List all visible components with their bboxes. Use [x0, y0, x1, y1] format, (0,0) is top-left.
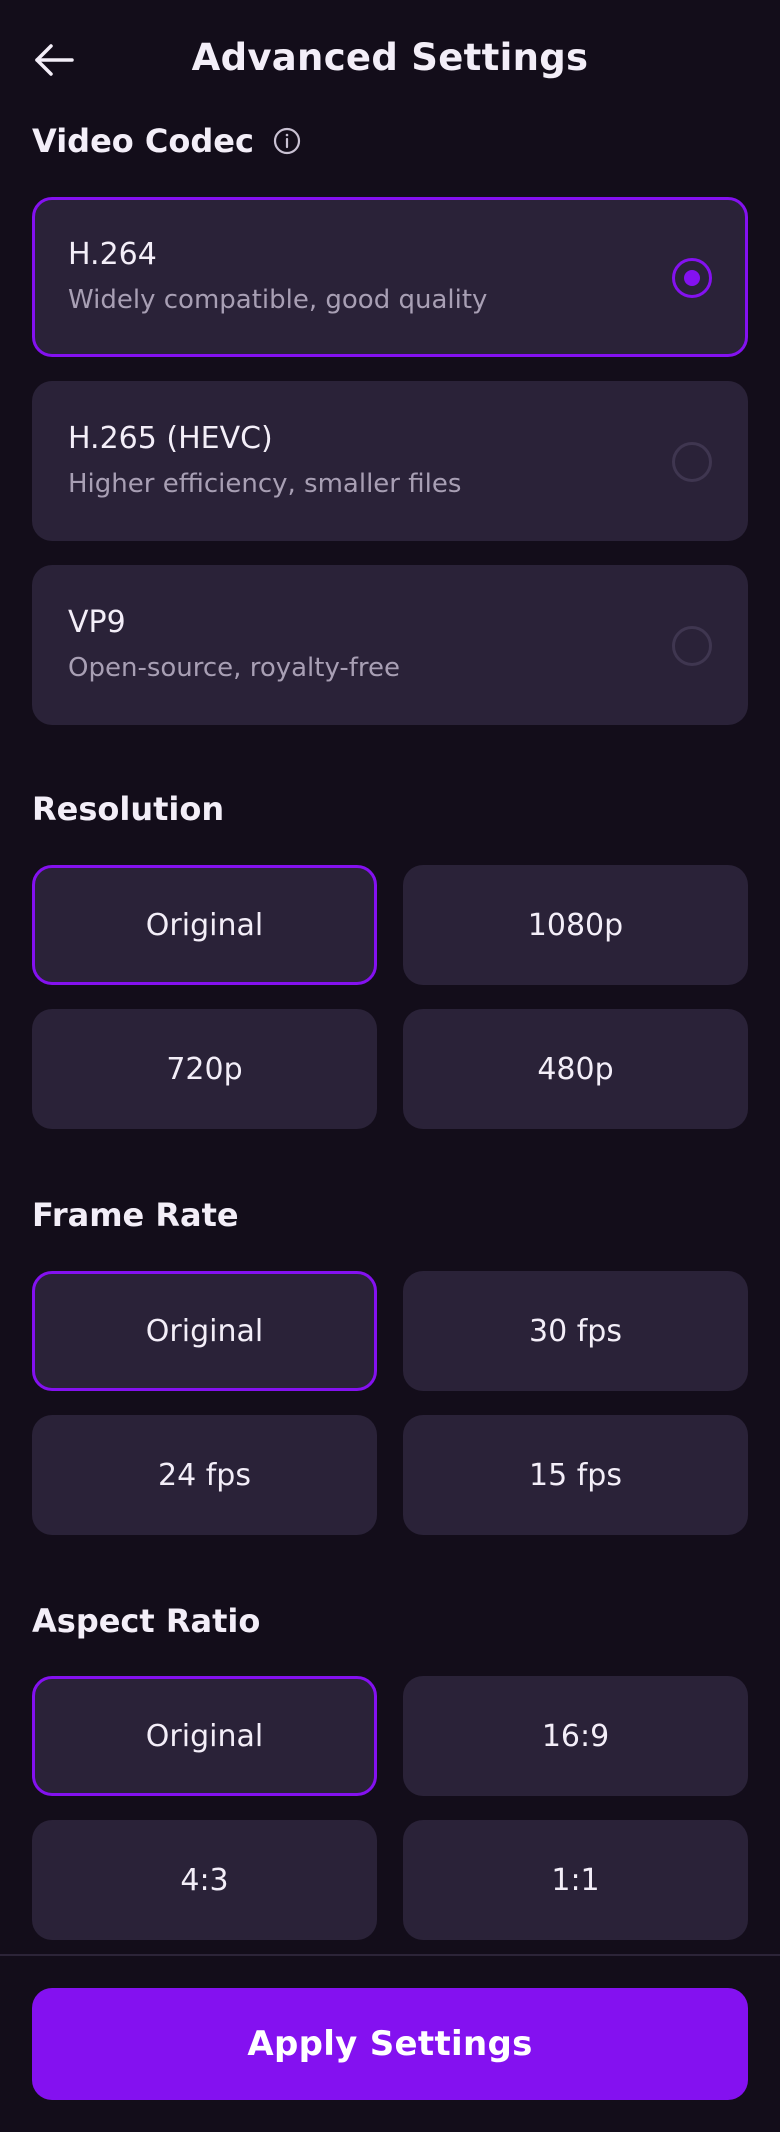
header: Advanced Settings — [0, 0, 780, 122]
codec-option-description: Higher efficiency, smaller files — [68, 469, 462, 499]
frame-rate-section-title: Frame Rate — [32, 1196, 239, 1234]
frame-rate-option-original[interactable]: Original — [32, 1271, 377, 1391]
aspect-ratio-option-original[interactable]: Original — [32, 1676, 377, 1796]
video-codec-title: Video Codec — [32, 122, 254, 160]
codec-option-h264[interactable]: H.264 Widely compatible, good quality — [32, 197, 748, 357]
advanced-settings-screen: Advanced Settings Video Codec H.264 Wide… — [0, 0, 780, 2132]
video-codec-section-title: Video Codec — [32, 122, 302, 160]
resolution-section-title: Resolution — [32, 790, 225, 828]
codec-option-description: Open-source, royalty-free — [68, 653, 401, 683]
aspect-ratio-option-1-1[interactable]: 1:1 — [403, 1820, 748, 1940]
codec-radio[interactable] — [672, 442, 712, 482]
resolution-option-1080p[interactable]: 1080p — [403, 865, 748, 985]
codec-option-vp9[interactable]: VP9 Open-source, royalty-free — [32, 565, 748, 725]
codec-option-name: H.265 (HEVC) — [68, 421, 273, 456]
frame-rate-option-15fps[interactable]: 15 fps — [403, 1415, 748, 1535]
page-title: Advanced Settings — [191, 36, 589, 79]
codec-option-name: H.264 — [68, 237, 157, 272]
codec-radio[interactable] — [672, 626, 712, 666]
codec-option-h265[interactable]: H.265 (HEVC) Higher efficiency, smaller … — [32, 381, 748, 541]
aspect-ratio-option-16-9[interactable]: 16:9 — [403, 1676, 748, 1796]
resolution-option-720p[interactable]: 720p — [32, 1009, 377, 1129]
resolution-option-480p[interactable]: 480p — [403, 1009, 748, 1129]
codec-radio-selected[interactable] — [672, 258, 712, 298]
codec-option-description: Widely compatible, good quality — [68, 285, 488, 315]
resolution-option-original[interactable]: Original — [32, 865, 377, 985]
footer-divider — [0, 1954, 780, 1956]
apply-settings-button[interactable]: Apply Settings — [32, 1988, 748, 2100]
info-icon[interactable] — [272, 126, 302, 156]
frame-rate-option-30fps[interactable]: 30 fps — [403, 1271, 748, 1391]
aspect-ratio-option-4-3[interactable]: 4:3 — [32, 1820, 377, 1940]
aspect-ratio-section-title: Aspect Ratio — [32, 1602, 261, 1640]
codec-option-name: VP9 — [68, 605, 126, 640]
frame-rate-option-24fps[interactable]: 24 fps — [32, 1415, 377, 1535]
